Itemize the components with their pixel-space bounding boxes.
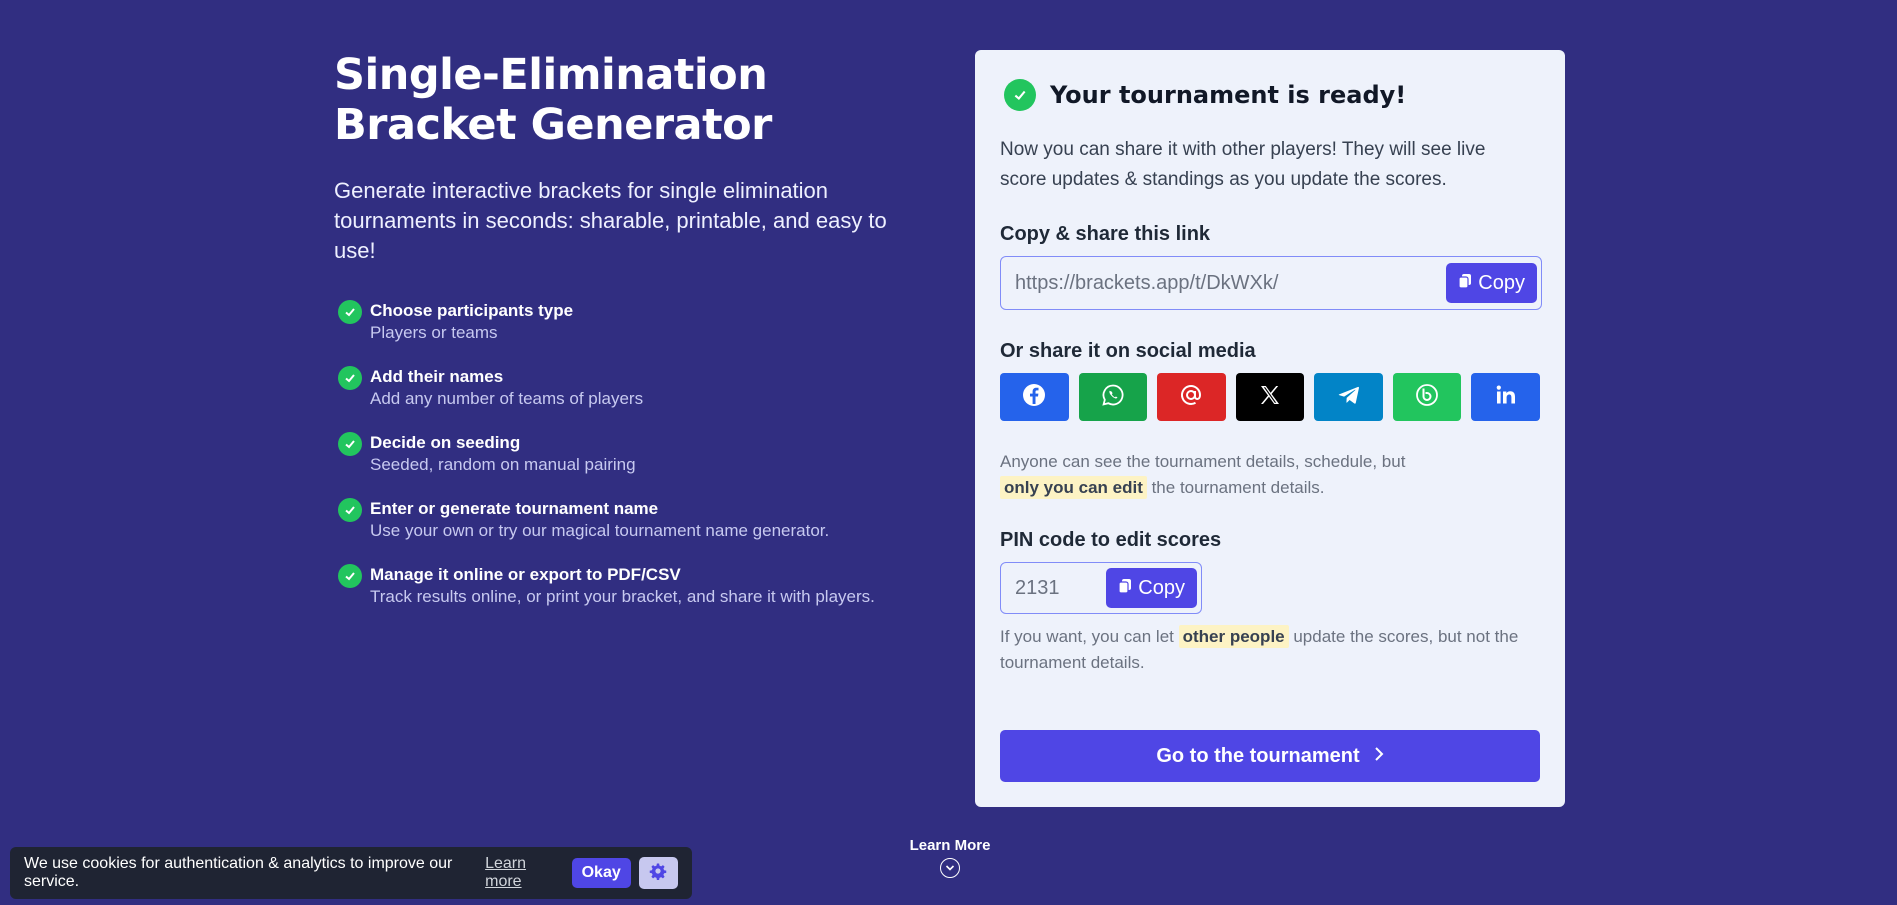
- feature-title: Manage it online or export to PDF/CSV: [370, 565, 681, 584]
- note-text: Anyone can see the tournament details, s…: [1000, 452, 1406, 471]
- hero-section: Single-Elimination Bracket Generator Gen…: [334, 50, 914, 630]
- feature-title: Decide on seeding: [370, 433, 521, 452]
- chevron-right-icon: [1374, 745, 1384, 768]
- highlight-other-people: other people: [1178, 625, 1289, 648]
- link-label: Copy & share this link: [1000, 223, 1211, 245]
- note-text: If you want, you can let: [1000, 627, 1179, 646]
- share-whatsapp-button[interactable]: [1078, 373, 1148, 421]
- page-title: Single-Elimination Bracket Generator: [334, 50, 772, 150]
- feature-item: Add their names Add any number of teams o…: [334, 366, 914, 410]
- feature-desc: Seeded, random on manual pairing: [370, 455, 636, 474]
- x-logo-icon: [1259, 384, 1281, 411]
- facebook-icon: [1022, 383, 1046, 412]
- cookie-learn-more-link[interactable]: Learn more: [485, 855, 561, 891]
- pin-box: Copy: [1000, 562, 1202, 614]
- share-email-button[interactable]: [1157, 373, 1226, 421]
- check-icon: [338, 300, 362, 324]
- whatsapp-icon: [1101, 383, 1125, 412]
- feature-item: Manage it online or export to PDF/CSV Tra…: [334, 564, 914, 608]
- feature-title: Add their names: [370, 367, 504, 386]
- copy-pin-label: Copy: [1138, 576, 1185, 599]
- go-to-tournament-button[interactable]: Go to the tournament: [1000, 730, 1540, 782]
- social-buttons: [1000, 373, 1541, 421]
- go-label: Go to the tournament: [1156, 744, 1360, 767]
- share-link-box: Copy: [1000, 256, 1542, 310]
- edit-permission-note: Anyone can see the tournament details, s…: [1000, 449, 1540, 501]
- highlight-only-you-can-edit: only you can edit: [1000, 476, 1147, 499]
- feature-item: Enter or generate tournament name Use you…: [334, 498, 914, 542]
- learn-more-link[interactable]: Learn More: [900, 837, 1000, 878]
- feature-title: Enter or generate tournament name: [370, 499, 659, 518]
- telegram-icon: [1337, 383, 1361, 412]
- pin-input[interactable]: [1015, 576, 1085, 600]
- copy-pin-button[interactable]: Copy: [1106, 568, 1197, 608]
- check-icon: [338, 432, 362, 456]
- copy-icon: [1118, 577, 1132, 600]
- share-linkedin-button[interactable]: [1471, 373, 1541, 421]
- copy-link-button[interactable]: Copy: [1446, 263, 1537, 303]
- page-subtitle: Generate interactive brackets for single…: [334, 178, 887, 263]
- feature-desc: Players or teams: [370, 323, 498, 342]
- chevron-down-icon: [940, 858, 960, 878]
- gear-icon: [649, 862, 667, 885]
- ready-title: Your tournament is ready!: [1050, 81, 1407, 109]
- ready-header: Your tournament is ready!: [1000, 79, 1540, 111]
- copy-icon: [1458, 272, 1472, 295]
- feature-desc: Add any number of teams of players: [370, 389, 644, 408]
- feature-item: Decide on seeding Seeded, random on manua…: [334, 432, 914, 476]
- tournament-ready-card: Your tournament is ready! Now you can sh…: [975, 50, 1565, 807]
- share-bip-button[interactable]: [1392, 373, 1462, 421]
- social-label: Or share it on social media: [1000, 340, 1256, 362]
- copy-link-label: Copy: [1478, 271, 1525, 294]
- pin-label: PIN code to edit scores: [1000, 529, 1222, 551]
- cookie-text: We use cookies for authentication & anal…: [24, 855, 453, 890]
- at-sign-icon: [1179, 383, 1203, 412]
- pin-note: If you want, you can let other people up…: [1000, 624, 1540, 676]
- linkedin-icon: [1495, 384, 1517, 411]
- share-link-input[interactable]: [1015, 271, 1415, 295]
- share-facebook-button[interactable]: [1000, 373, 1069, 421]
- learn-more-label: Learn More: [909, 837, 991, 854]
- ready-text: Now you can share it with other players!…: [1000, 139, 1486, 190]
- check-icon: [338, 498, 362, 522]
- share-telegram-button[interactable]: [1314, 373, 1383, 421]
- share-x-button[interactable]: [1235, 373, 1305, 421]
- feature-desc: Use your own or try our magical tourname…: [370, 521, 830, 540]
- cookie-banner: We use cookies for authentication & anal…: [10, 847, 692, 899]
- note-text: the tournament details.: [1146, 478, 1325, 497]
- feature-desc: Track results online, or print your brac…: [370, 587, 875, 606]
- cookie-okay-button[interactable]: Okay: [571, 858, 631, 888]
- cookie-settings-button[interactable]: [638, 857, 678, 889]
- feature-item: Choose participants type Players or teams: [334, 300, 914, 344]
- check-icon: [338, 366, 362, 390]
- feature-title: Choose participants type: [370, 301, 574, 320]
- check-icon: [338, 564, 362, 588]
- check-circle-icon: [1004, 79, 1036, 111]
- bip-icon: [1415, 383, 1439, 412]
- feature-list: Choose participants type Players or teams…: [334, 300, 914, 608]
